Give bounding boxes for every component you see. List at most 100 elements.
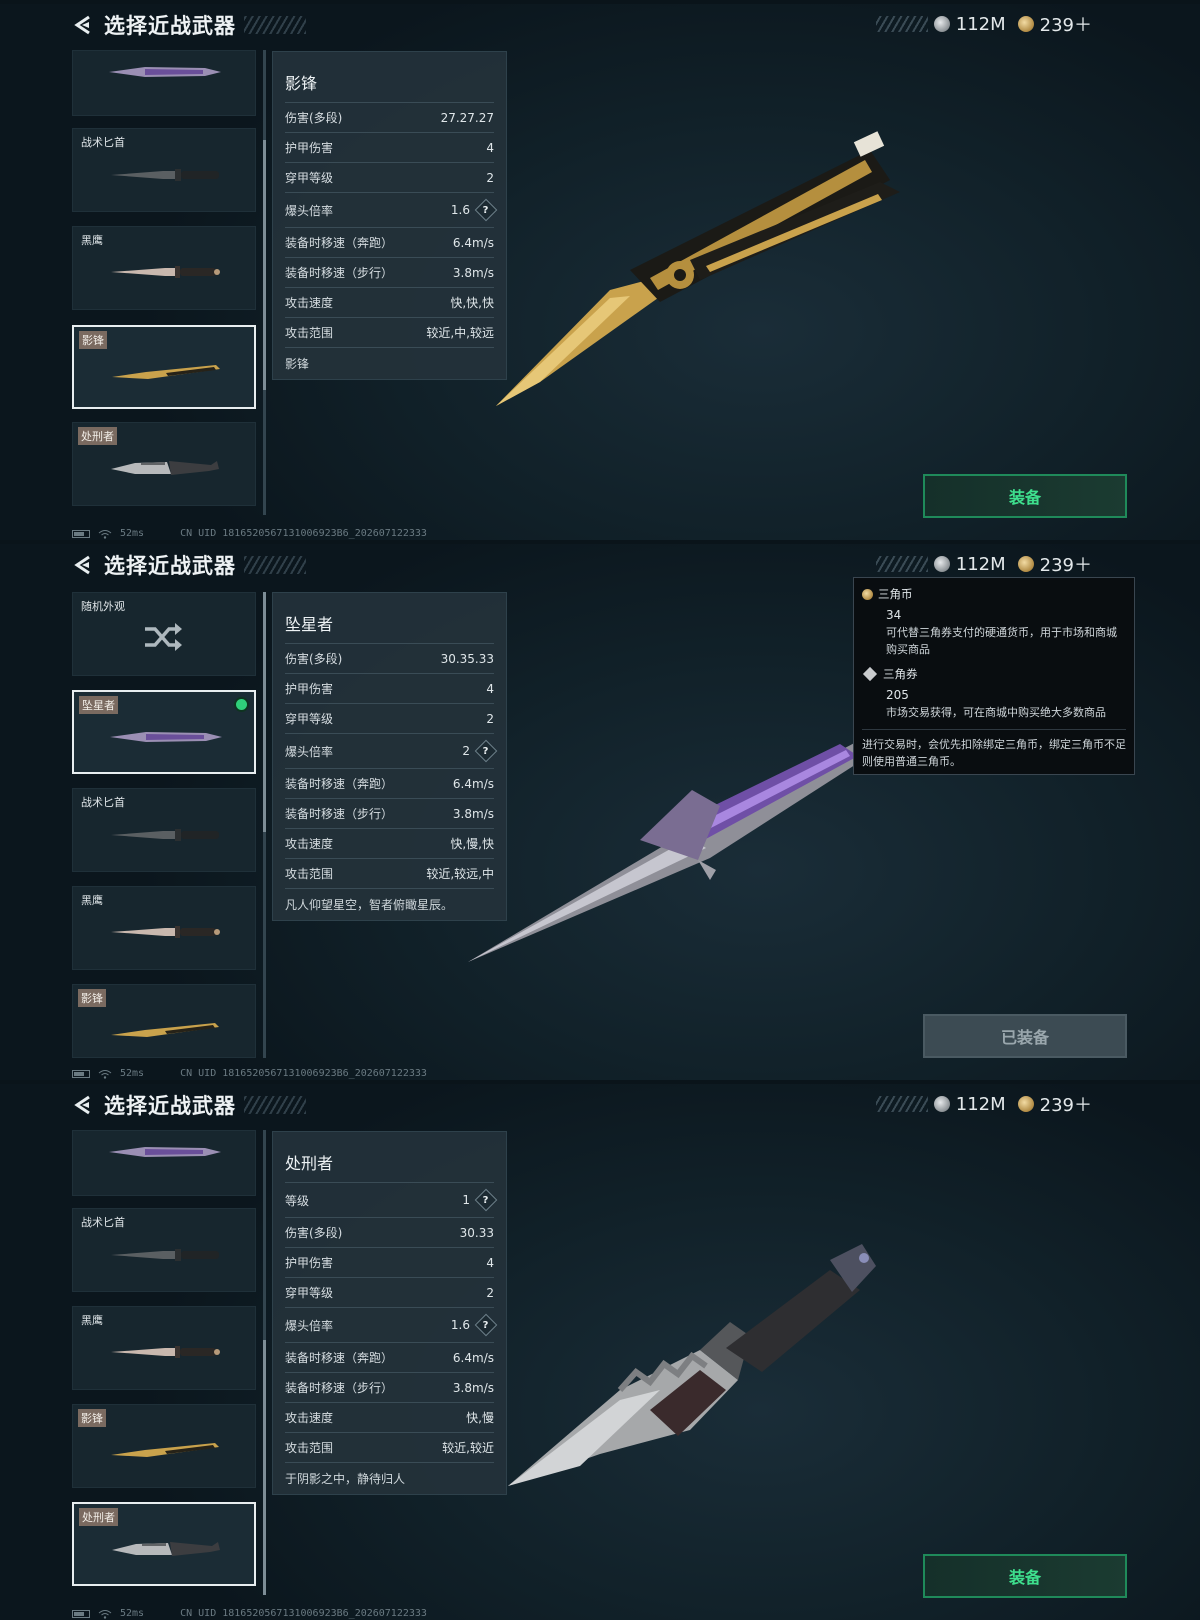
stat-row: 穿甲等级 2 xyxy=(285,162,494,192)
weapon-card[interactable]: 影锋 xyxy=(72,1404,256,1488)
stat-value: 2 xyxy=(486,1285,494,1300)
knife-thumbnail xyxy=(105,917,225,947)
triangle-coin-icon xyxy=(862,588,873,600)
uid-text: CN UID 1816520567131006923B6_20260712233… xyxy=(180,1068,427,1079)
stat-row: 攻击范围 较近,较近 xyxy=(285,1432,494,1462)
weapon-name: 战术匕首 xyxy=(81,796,125,809)
scrollbar-thumb[interactable] xyxy=(263,1340,266,1595)
tooltip-ticket-desc: 市场交易获得，可在商城中购买绝大多数商品 xyxy=(886,706,1106,719)
weapon-name: 黑鹰 xyxy=(81,234,103,247)
help-icon[interactable]: ? xyxy=(474,1188,498,1212)
currency-bar[interactable]: 112M 239＋ xyxy=(875,552,1098,576)
knife-thumbnail xyxy=(106,357,226,387)
stat-label: 装备时移速（奔跑） xyxy=(285,1351,394,1365)
weapon-preview-starfall xyxy=(468,740,872,962)
weapon-card[interactable] xyxy=(72,1130,256,1196)
tooltip-divider xyxy=(862,729,1126,730)
battery-icon xyxy=(72,1609,90,1618)
weapon-card-random[interactable]: 随机外观 xyxy=(72,592,256,676)
knife-thumbnail xyxy=(105,57,225,87)
stat-value: 3.8m/s xyxy=(452,1380,494,1395)
stat-label: 伤害(多段) xyxy=(285,652,343,666)
knife-thumbnail xyxy=(105,819,225,849)
help-icon[interactable]: ? xyxy=(474,1313,498,1337)
weapon-name: 战术匕首 xyxy=(81,1216,125,1229)
list-scrollbar[interactable] xyxy=(263,592,266,1058)
weapon-card[interactable]: 处刑者 xyxy=(72,422,256,506)
weapon-card[interactable]: 影锋 xyxy=(72,984,256,1058)
stat-value-with-help: 1? xyxy=(462,1188,498,1212)
weapon-name: 黑鹰 xyxy=(81,1314,103,1327)
triangle-ticket-icon xyxy=(862,666,878,682)
equip-button[interactable]: 装备 xyxy=(923,1554,1127,1598)
stat-row: 护甲伤害 4 xyxy=(285,1247,494,1277)
tooltip-ticket-title: 三角券 xyxy=(883,667,918,681)
knife-thumbnail xyxy=(105,453,225,483)
scrollbar-thumb[interactable] xyxy=(263,140,266,390)
stat-label: 装备时移速（奔跑） xyxy=(285,777,394,791)
stat-row: 爆头倍率 1.6? xyxy=(285,192,498,227)
stat-value: 30.33 xyxy=(459,1225,494,1240)
status-footer: 52ms CN UID 1816520567131006923B6_202607… xyxy=(72,1608,427,1619)
weapon-name: 影锋 xyxy=(78,1409,106,1427)
weapon-card[interactable]: 黑鹰 xyxy=(72,886,256,970)
knife-thumbnail xyxy=(105,1239,225,1269)
weapon-name: 处刑者 xyxy=(79,1508,118,1526)
scrollbar-thumb[interactable] xyxy=(263,592,266,832)
currency-decoration xyxy=(875,16,928,32)
ping-text: 52ms xyxy=(120,1608,145,1619)
gold-amount: 239＋ xyxy=(1039,15,1092,36)
weapon-card[interactable]: 黑鹰 xyxy=(72,1306,256,1390)
back-arrow-icon[interactable] xyxy=(72,14,94,36)
list-scrollbar[interactable] xyxy=(263,50,266,515)
list-scrollbar[interactable] xyxy=(263,1130,266,1595)
stat-row: 装备时移速（步行） 3.8m/s xyxy=(285,257,494,287)
weapon-card-selected[interactable]: 坠星者 xyxy=(72,690,256,774)
tooltip-note: 进行交易时，会优先扣除绑定三角币，绑定三角币不足则使用普通三角币。 xyxy=(862,738,1126,768)
currency-bar[interactable]: 112M 239＋ xyxy=(875,1092,1098,1116)
weapon-card[interactable]: 战术匕首 xyxy=(72,128,256,212)
weapon-card[interactable] xyxy=(72,50,256,116)
silver-amount: 112M xyxy=(955,1093,1006,1115)
knife-thumbnail xyxy=(105,1137,225,1167)
weapon-card[interactable]: 战术匕首 xyxy=(72,788,256,872)
weapon-preview-executioner xyxy=(508,1244,876,1486)
stat-label: 穿甲等级 xyxy=(285,171,334,185)
weapon-preview-shadow-blade xyxy=(496,131,900,406)
stat-value: 4 xyxy=(486,1255,494,1270)
stat-label: 攻击速度 xyxy=(285,837,334,851)
knife-thumbnail xyxy=(105,1337,225,1367)
stat-row: 爆头倍率 1.6? xyxy=(285,1307,498,1342)
weapon-card[interactable]: 战术匕首 xyxy=(72,1208,256,1292)
uid-text: CN UID 1816520567131006923B6_20260712233… xyxy=(180,1608,427,1619)
back-arrow-icon[interactable] xyxy=(72,1094,94,1116)
stat-value: 较近,较近 xyxy=(442,1441,494,1455)
panel-1: 选择近战武器 112M 239＋ 战术匕首 黑鹰 影锋 处刑者 影锋 伤害(多段… xyxy=(0,0,1200,540)
stat-label: 爆头倍率 xyxy=(285,744,334,759)
stat-row: 等级 1? xyxy=(285,1182,498,1217)
panel-2: 选择近战武器 112M 239＋ 随机外观 坠星者 战术匕首 黑鹰 影锋 坠星者… xyxy=(0,540,1200,1080)
page-title: 选择近战武器 xyxy=(104,14,236,38)
stat-row: 攻击范围 较近,中,较远 xyxy=(285,317,494,347)
currency-bar[interactable]: 112M 239＋ xyxy=(875,12,1098,36)
stat-label: 护甲伤害 xyxy=(285,141,334,155)
silver-coin-icon xyxy=(933,16,950,32)
equip-button[interactable]: 装备 xyxy=(923,474,1127,518)
weapon-name: 随机外观 xyxy=(81,600,125,613)
shuffle-icon xyxy=(145,623,182,651)
weapon-card[interactable]: 黑鹰 xyxy=(72,226,256,310)
equipped-button[interactable]: 已装备 xyxy=(923,1014,1127,1058)
stat-label: 穿甲等级 xyxy=(285,1286,334,1300)
stat-value: 1.6 xyxy=(450,203,470,217)
page-title: 选择近战武器 xyxy=(104,554,236,578)
tooltip-ticket-row: 三角券 xyxy=(862,666,1126,682)
stat-label: 攻击范围 xyxy=(285,326,334,340)
stat-value: 6.4m/s xyxy=(452,1350,494,1365)
silver-coin-icon xyxy=(933,556,950,572)
weapon-description: 于阴影之中，静待归人 xyxy=(285,1462,494,1494)
back-arrow-icon[interactable] xyxy=(72,554,94,576)
weapon-card-selected[interactable]: 影锋 xyxy=(72,325,256,409)
weapon-card-selected[interactable]: 处刑者 xyxy=(72,1502,256,1586)
silver-amount: 112M xyxy=(955,553,1006,575)
knife-thumbnail xyxy=(106,1534,226,1564)
